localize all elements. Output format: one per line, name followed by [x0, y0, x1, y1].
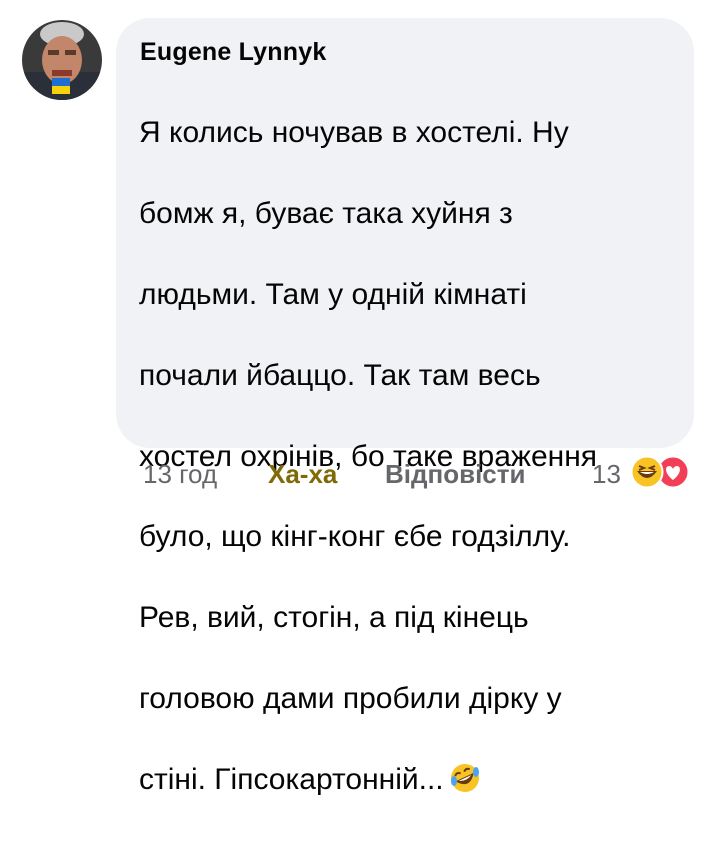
comment-line-text: стіні. Гіпсокартонній...	[139, 762, 444, 796]
rolling-laughing-emoji-icon	[450, 763, 479, 792]
reply-button[interactable]: Відповісти	[385, 459, 525, 490]
comment-timestamp[interactable]: 13 год	[143, 459, 217, 490]
comment-author[interactable]: Eugene Lynnyk	[140, 38, 326, 67]
haha-reaction-icon	[630, 455, 664, 489]
comment-line: головою дами пробили дірку у	[139, 682, 562, 716]
comment-line: Рев, вий, стогін, а під кінець	[139, 601, 529, 635]
avatar[interactable]	[22, 20, 102, 100]
comment-line-last: стіні. Гіпсокартонній...	[139, 760, 679, 800]
avatar-image	[22, 20, 102, 100]
comment-line: бомж я, буває така хуйня з	[139, 197, 513, 231]
reaction-count: 13	[592, 459, 621, 489]
comment-bubble: Eugene Lynnyk Я колись ночував в хостелі…	[116, 18, 694, 796]
comment-line: Я колись ночував в хостелі. Ну	[139, 116, 569, 150]
haha-reaction-button[interactable]: Ха-ха	[268, 459, 337, 490]
comment-line: людьми. Там у одній кімнаті	[139, 278, 527, 312]
comment-line: почали йбаццо. Так там весь	[139, 358, 541, 392]
comment-line: було, що кінг-конг єбе годзіллу.	[139, 520, 571, 554]
comment-actions: 13 год Ха-ха Відповісти 13	[0, 455, 718, 497]
